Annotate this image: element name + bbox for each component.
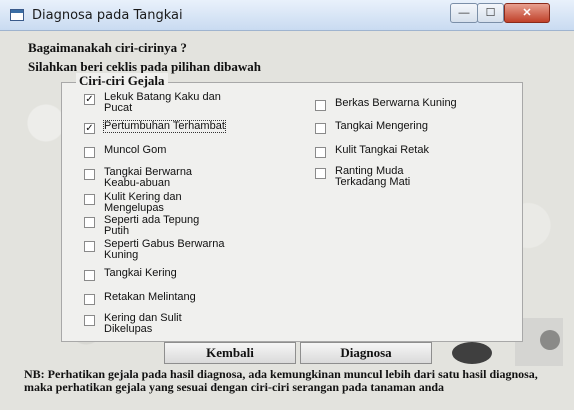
checkbox-berkas-kuning[interactable]: Berkas Berwarna Kuning [315,98,457,111]
title-bar[interactable]: Diagnosa pada Tangkai — ☐ ✕ [0,0,574,31]
checkbox-label: Berkas Berwarna Kuning [335,97,457,109]
checkbox-kulit-kering[interactable]: Kulit Kering dan Mengelupas [84,192,182,214]
checkbox-label: Kulit Tangkai Retak [335,144,429,156]
background-decoration [540,330,560,350]
background-decoration [452,342,492,364]
checkbox-box[interactable] [84,294,95,305]
kembali-button[interactable]: Kembali [164,342,296,364]
diagnosa-window: Diagnosa pada Tangkai — ☐ ✕ Bagaimanakah… [0,0,574,410]
checkbox-kering-sulit[interactable]: Kering dan Sulit Dikelupas [84,313,182,335]
checkbox-label: Muncol Gom [104,144,167,156]
close-button[interactable]: ✕ [504,3,550,23]
checkbox-muncol-gom[interactable]: Muncol Gom [84,145,166,158]
checkbox-tepung-putih[interactable]: Seperti ada Tepung Putih [84,215,199,237]
checkbox-box[interactable] [315,168,326,179]
checkbox-label: Tangkai Kering [104,267,177,279]
checkbox-label: Tangkai Mengering [335,120,428,132]
checkbox-box[interactable] [84,270,95,281]
checkbox-box[interactable]: ✓ [84,123,95,134]
window-icon [10,9,24,21]
checkbox-kulit-retak[interactable]: Kulit Tangkai Retak [315,145,429,158]
checkbox-tangkai-berwarna[interactable]: Tangkai Berwarna Keabu-abuan [84,167,192,189]
diagnosa-button[interactable]: Diagnosa [300,342,432,364]
note-text: NB: Perhatikan gejala pada hasil diagnos… [24,367,538,394]
checkbox-tangkai-mengering[interactable]: Tangkai Mengering [315,121,428,134]
question-heading: Bagaimanakah ciri-cirinya ? [28,40,187,55]
checkbox-box[interactable] [84,147,95,158]
checkbox-label: Kering dan Sulit Dikelupas [104,312,182,335]
checkbox-label: Tangkai Berwarna Keabu-abuan [104,166,193,189]
checkbox-box[interactable] [84,169,95,180]
checkbox-label: Retakan Melintang [104,291,196,303]
checkbox-label: Pertumbuhan Terhambat [103,120,226,133]
checkbox-box[interactable] [84,241,95,252]
checkbox-label: Seperti Gabus Berwarna Kuning [104,238,225,261]
checkbox-box[interactable] [315,100,326,111]
checkbox-box[interactable] [84,194,95,205]
checkbox-box[interactable] [84,217,95,228]
maximize-button[interactable]: ☐ [477,3,504,23]
checkbox-label: Lekuk Batang Kaku dan Pucat [104,91,221,114]
checkbox-label: Kulit Kering dan Mengelupas [104,191,182,214]
minimize-button[interactable]: — [450,3,478,23]
checkbox-box[interactable] [315,147,326,158]
checkbox-lekuk-batang[interactable]: ✓ Lekuk Batang Kaku dan Pucat [84,92,221,114]
window-title: Diagnosa pada Tangkai [32,8,183,23]
checkbox-ranting-muda[interactable]: Ranting Muda Terkadang Mati [315,166,410,188]
checkbox-pertumbuhan-terhambat[interactable]: ✓ Pertumbuhan Terhambat [84,120,226,134]
checkbox-label: Seperti ada Tepung Putih [104,214,200,237]
checkbox-box[interactable] [315,123,326,134]
checkbox-box[interactable]: ✓ [84,94,95,105]
checkbox-gabus-kuning[interactable]: Seperti Gabus Berwarna Kuning [84,239,224,261]
checkbox-label: Ranting Muda Terkadang Mati [335,165,411,188]
checkbox-retakan-melintang[interactable]: Retakan Melintang [84,292,196,305]
checkbox-tangkai-kering[interactable]: Tangkai Kering [84,268,177,281]
groupbox-legend: Ciri-ciri Gejala [76,73,168,89]
checkbox-box[interactable] [84,315,95,326]
